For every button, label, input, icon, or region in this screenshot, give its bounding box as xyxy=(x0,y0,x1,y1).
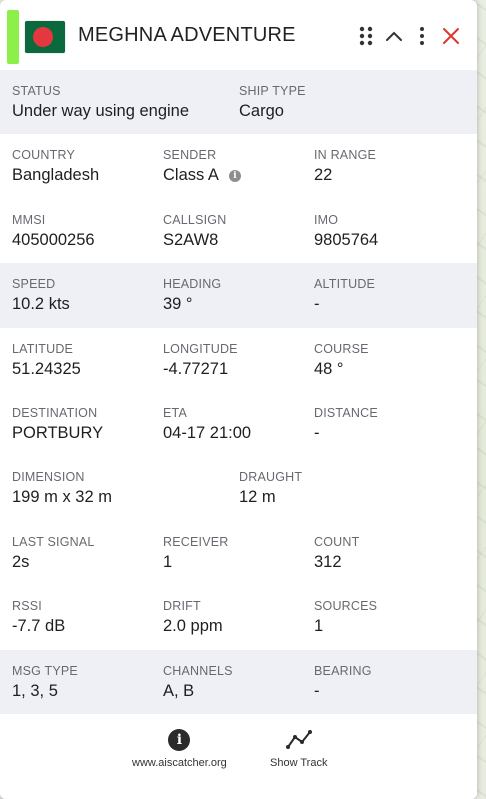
close-icon[interactable] xyxy=(439,24,463,48)
field-label: MMSI xyxy=(12,212,46,227)
vessel-name-title: MEGHNA ADVENTURE xyxy=(78,24,296,46)
field-label: LAST SIGNAL xyxy=(12,534,95,549)
field-label: DRIFT xyxy=(163,599,201,614)
field-label: LATITUDE xyxy=(12,341,74,356)
field-value: 51.24325 xyxy=(12,359,81,378)
more-options-icon[interactable] xyxy=(410,24,434,48)
field-value-wrap: Class A i xyxy=(163,166,241,185)
collapse-chevron-up-icon[interactable] xyxy=(382,24,406,48)
field-value: Bangladesh xyxy=(12,166,100,185)
field-value: Class A xyxy=(163,166,219,185)
field-value: A, B xyxy=(163,681,195,700)
field-label: COURSE xyxy=(314,341,369,356)
field-label: SHIP TYPE xyxy=(239,84,306,98)
field-label: RSSI xyxy=(12,599,42,614)
info-icon: i xyxy=(168,729,191,751)
field-label: IMO xyxy=(314,212,339,227)
field-label: BEARING xyxy=(314,663,372,678)
detail-row-dimension: DIMENSION 199 m x 32 m DRAUGHT 12 m xyxy=(0,456,477,520)
field-value: 312 xyxy=(314,552,342,571)
field-label: HEADING xyxy=(163,277,222,292)
status-indicator-bar xyxy=(7,10,19,64)
field-label: ALTITUDE xyxy=(314,277,376,292)
field-label: STATUS xyxy=(12,84,61,98)
field-label: DRAUGHT xyxy=(239,470,303,485)
field-value: 22 xyxy=(314,166,333,185)
detail-row-country: COUNTRY Bangladesh SENDER Class A i IN RA… xyxy=(0,134,477,198)
field-label: LONGITUDE xyxy=(163,341,238,356)
field-value: S2AW8 xyxy=(163,230,219,249)
field-label: IN RANGE xyxy=(314,148,377,163)
detail-row-latitude: LATITUDE 51.24325 LONGITUDE -4.77271 COU… xyxy=(0,328,477,392)
field-value: 1 xyxy=(163,552,173,571)
panel-header: MEGHNA ADVENTURE xyxy=(0,0,477,70)
show-track-label: Show Track xyxy=(270,757,328,769)
field-value: - xyxy=(314,681,320,700)
field-value: PORTBURY xyxy=(12,423,104,442)
field-label: CHANNELS xyxy=(163,663,233,678)
field-value: 12 m xyxy=(239,488,276,507)
field-value: 10.2 kts xyxy=(12,295,70,314)
field-value: -7.7 dB xyxy=(12,617,66,636)
field-value: - xyxy=(314,295,320,314)
field-value: Under way using engine xyxy=(12,102,190,120)
panel-footer: i www.aiscatcher.org Show Track xyxy=(0,715,477,799)
field-label: DIMENSION xyxy=(12,470,85,485)
field-label: MSG TYPE xyxy=(12,663,78,678)
field-value: 405000256 xyxy=(12,230,95,249)
vessel-details-grid: STATUS Under way using engine SHIP TYPE … xyxy=(0,70,477,714)
track-line-icon xyxy=(285,730,312,749)
website-link[interactable]: i www.aiscatcher.org xyxy=(132,729,227,769)
detail-row-rssi: RSSI -7.7 dB DRIFT 2.0 ppm SOURCES 1 xyxy=(0,585,477,649)
field-value: - xyxy=(314,423,320,442)
field-label: SENDER xyxy=(163,148,217,163)
vessel-info-panel: MEGHNA ADVENTURE STATUS Under way using … xyxy=(0,0,477,799)
field-label: RECEIVER xyxy=(163,534,229,549)
field-value: 2.0 ppm xyxy=(163,617,223,636)
detail-row-msg-type: MSG TYPE 1, 3, 5 CHANNELS A, B BEARING - xyxy=(0,649,477,714)
field-value: 2s xyxy=(12,552,30,571)
field-value: 48 ° xyxy=(314,359,344,378)
detail-row-speed: SPEED 10.2 kts HEADING 39 ° ALTITUDE - xyxy=(0,263,477,328)
bangladesh-flag-icon xyxy=(25,21,65,53)
field-value: 9805764 xyxy=(314,230,379,249)
field-label: DESTINATION xyxy=(12,405,98,420)
field-label: SOURCES xyxy=(314,599,378,614)
field-label: CALLSIGN xyxy=(163,212,227,227)
field-label: DISTANCE xyxy=(314,405,378,420)
field-value: 1 xyxy=(314,617,324,636)
sender-info-icon[interactable]: i xyxy=(228,170,241,183)
field-value: 1, 3, 5 xyxy=(12,681,58,700)
show-track-button[interactable]: Show Track xyxy=(270,729,327,769)
detail-row-last-signal: LAST SIGNAL 2s RECEIVER 1 COUNT 312 xyxy=(0,521,477,585)
detail-row-destination: DESTINATION PORTBURY ETA 04-17 21:00 DIS… xyxy=(0,392,477,456)
field-label: ETA xyxy=(163,405,187,420)
detail-row-status: STATUS Under way using engine SHIP TYPE … xyxy=(0,70,477,135)
drag-handle-icon[interactable] xyxy=(354,24,378,48)
field-label: COUNTRY xyxy=(12,148,75,163)
website-label: www.aiscatcher.org xyxy=(132,757,227,769)
field-label: COUNT xyxy=(314,534,360,549)
detail-row-mmsi: MMSI 405000256 CALLSIGN S2AW8 IMO 980576… xyxy=(0,199,477,263)
field-value: 199 m x 32 m xyxy=(12,488,112,507)
field-value: 39 ° xyxy=(163,295,193,314)
field-value: 04-17 21:00 xyxy=(163,423,252,442)
field-value: -4.77271 xyxy=(163,359,229,378)
field-value: Cargo xyxy=(239,102,284,120)
field-label: SPEED xyxy=(12,277,56,292)
